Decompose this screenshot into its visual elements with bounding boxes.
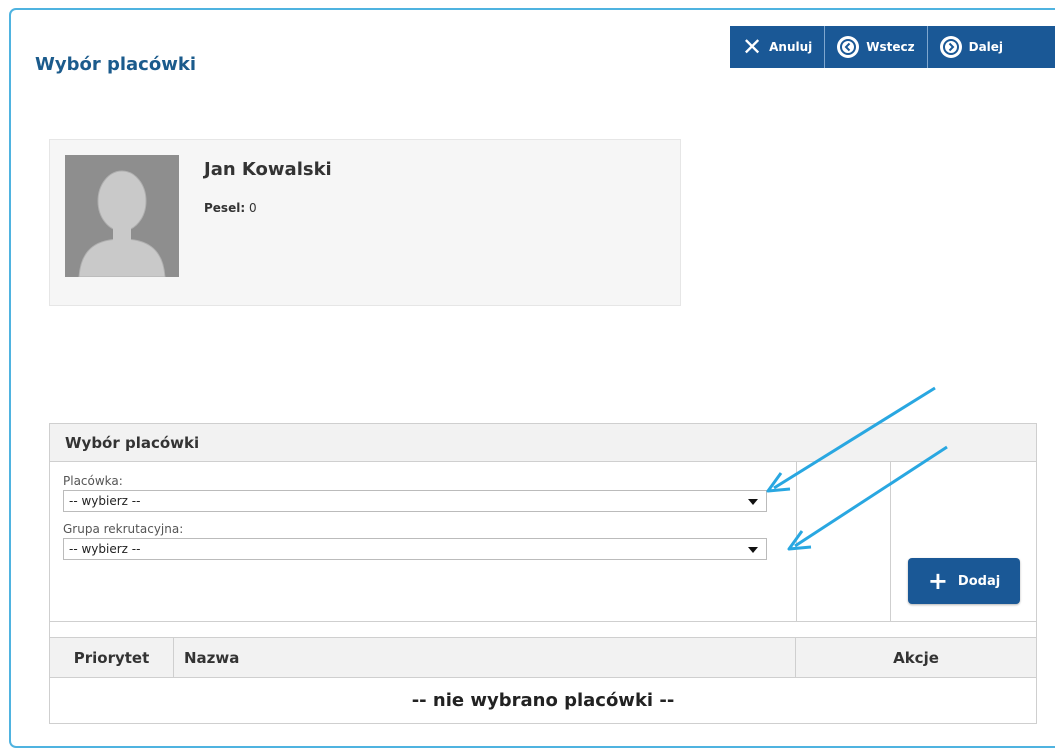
cancel-button-label: Anuluj (769, 40, 813, 54)
column-header-priority: Priorytet (50, 638, 174, 677)
wizard-toolbar: ✕ Anuluj Wstecz Dalej (730, 26, 1055, 68)
selection-form: Placówka: -- wybierz -- Grupa rekrutacyj… (50, 462, 1036, 622)
caret-down-icon (748, 499, 758, 505)
chevron-left-circle-icon (837, 36, 860, 58)
chevron-right-circle-icon (939, 36, 962, 58)
cancel-button[interactable]: ✕ Anuluj (730, 26, 826, 68)
plus-icon: + (927, 567, 948, 595)
column-divider (890, 462, 891, 621)
add-button[interactable]: + Dodaj (908, 558, 1020, 604)
page-title: Wybór placówki (35, 54, 196, 75)
student-profile-card: Jan Kowalski Pesel: 0 (49, 139, 681, 306)
placowka-select-value: -- wybierz -- (69, 494, 141, 508)
next-button[interactable]: Dalej (928, 26, 1015, 68)
table-header: Priorytet Nazwa Akcje (50, 638, 1036, 678)
selection-panel: Wybór placówki Placówka: -- wybierz -- G… (49, 423, 1037, 724)
pesel-value: 0 (248, 201, 257, 215)
close-icon: ✕ (742, 33, 763, 61)
grupa-select-value: -- wybierz -- (69, 542, 141, 556)
column-header-name: Nazwa (174, 638, 796, 677)
back-button-label: Wstecz (866, 40, 915, 54)
pesel-label: Pesel: (204, 201, 246, 215)
pesel-info: Pesel: 0 (204, 201, 257, 215)
panel-title: Wybór placówki (50, 424, 1036, 462)
placowka-select[interactable]: -- wybierz -- (63, 490, 767, 512)
empty-table-message: -- nie wybrano placówki -- (411, 689, 675, 711)
column-header-actions: Akcje (893, 648, 939, 667)
avatar-icon (65, 155, 179, 277)
back-button[interactable]: Wstecz (825, 26, 928, 68)
caret-down-icon (748, 547, 758, 553)
table-spacer (50, 622, 1036, 638)
column-divider (796, 462, 797, 621)
grupa-select[interactable]: -- wybierz -- (63, 538, 767, 560)
student-name: Jan Kowalski (204, 159, 332, 180)
grupa-label: Grupa rekrutacyjna: (63, 522, 184, 536)
placowka-label: Placówka: (63, 474, 123, 488)
next-button-label: Dalej (968, 40, 1004, 54)
add-button-label: Dodaj (957, 573, 1001, 589)
